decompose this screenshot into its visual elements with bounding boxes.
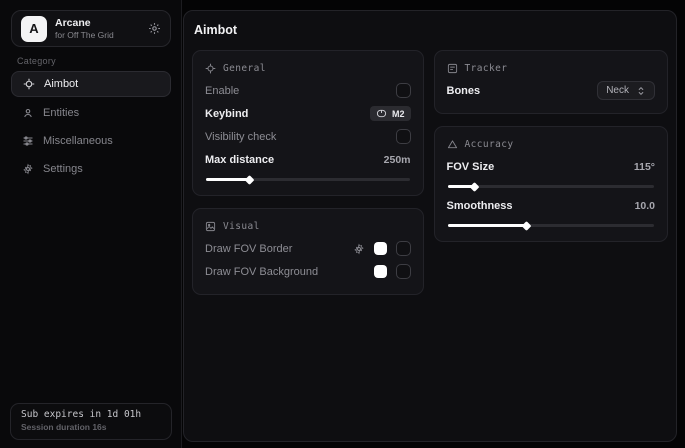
slider-thumb[interactable]: [244, 175, 254, 185]
app-header-card: A Arcane for Off The Grid: [11, 10, 171, 47]
entities-icon: [22, 107, 34, 119]
keybind-button[interactable]: M2: [370, 106, 411, 121]
bones-selected-value: Neck: [606, 85, 629, 96]
sliders-icon: [22, 135, 34, 147]
visibility-check-checkbox[interactable]: [396, 129, 411, 144]
fov-size-slider[interactable]: [448, 185, 654, 188]
unfold-icon: [636, 86, 646, 96]
enable-label: Enable: [205, 85, 239, 97]
sidebar-item-entities[interactable]: Entities: [11, 100, 171, 126]
gear-icon: [22, 163, 34, 175]
fov-size-label: FOV Size: [447, 161, 495, 173]
slider-thumb[interactable]: [522, 221, 532, 231]
sidebar-item-label: Entities: [43, 107, 79, 119]
keybind-value: M2: [392, 109, 405, 119]
triangle-icon: [447, 139, 458, 150]
sidebar-item-label: Settings: [43, 163, 83, 175]
crosshair-icon: [23, 78, 35, 90]
crosshair-icon: [205, 63, 216, 74]
bones-select[interactable]: Neck: [597, 81, 655, 100]
app-subtitle: for Off The Grid: [55, 30, 114, 41]
sidebar-item-settings[interactable]: Settings: [11, 156, 171, 182]
tracker-card: Tracker Bones Neck: [434, 50, 668, 114]
main-panel: Aimbot General Enable: [183, 10, 677, 442]
slider-thumb[interactable]: [470, 182, 480, 192]
bones-label: Bones: [447, 85, 481, 97]
fov-border-color-swatch[interactable]: [374, 242, 387, 255]
card-title: Visual: [223, 221, 260, 232]
subscription-info-card: Sub expires in 1d 01h Session duration 1…: [10, 403, 172, 440]
session-duration-text: Session duration 16s: [21, 422, 161, 432]
sidebar-item-aimbot[interactable]: Aimbot: [11, 71, 171, 97]
card-title: Tracker: [465, 63, 508, 74]
draw-fov-border-checkbox[interactable]: [396, 241, 411, 256]
sidebar-item-label: Miscellaneous: [43, 135, 113, 147]
list-icon: [447, 63, 458, 74]
page-title: Aimbot: [194, 23, 668, 37]
keybind-row: Keybind M2: [205, 102, 411, 125]
gear-icon[interactable]: [148, 22, 161, 35]
smoothness-row: Smoothness 10.0: [447, 194, 655, 217]
keybind-label: Keybind: [205, 108, 248, 120]
max-distance-row: Max distance 250m: [205, 148, 411, 171]
sub-expires-text: Sub expires in 1d 01h: [21, 409, 161, 420]
category-label: Category: [17, 56, 56, 66]
app-window: A Arcane for Off The Grid Category Aimbo…: [0, 0, 685, 448]
fov-size-row: FOV Size 115°: [447, 155, 655, 178]
enable-checkbox[interactable]: [396, 83, 411, 98]
enable-row: Enable: [205, 79, 411, 102]
bones-row: Bones Neck: [447, 79, 655, 102]
accuracy-card: Accuracy FOV Size 115° Smoothness 10.0: [434, 126, 668, 242]
fov-background-color-swatch[interactable]: [374, 265, 387, 278]
max-distance-value: 250m: [384, 154, 411, 166]
card-title: Accuracy: [465, 139, 514, 150]
draw-fov-background-label: Draw FOV Background: [205, 266, 318, 278]
sidebar-item-miscellaneous[interactable]: Miscellaneous: [11, 128, 171, 154]
smoothness-slider[interactable]: [448, 224, 654, 227]
gear-icon[interactable]: [353, 243, 365, 255]
draw-fov-border-label: Draw FOV Border: [205, 243, 292, 255]
general-card: General Enable Keybind: [192, 50, 424, 196]
image-icon: [205, 221, 216, 232]
draw-fov-background-row: Draw FOV Background: [205, 260, 411, 283]
smoothness-value: 10.0: [635, 200, 655, 212]
max-distance-slider[interactable]: [206, 178, 410, 181]
fov-size-value: 115°: [634, 161, 655, 173]
smoothness-label: Smoothness: [447, 200, 513, 212]
visibility-check-label: Visibility check: [205, 131, 276, 143]
app-logo: A: [21, 16, 47, 42]
mouse-icon: [376, 109, 387, 118]
card-title: General: [223, 63, 266, 74]
draw-fov-background-checkbox[interactable]: [396, 264, 411, 279]
sidebar-item-label: Aimbot: [44, 78, 78, 90]
visibility-check-row: Visibility check: [205, 125, 411, 148]
draw-fov-border-row: Draw FOV Border: [205, 237, 411, 260]
app-name: Arcane: [55, 17, 114, 30]
max-distance-label: Max distance: [205, 154, 274, 166]
visual-card: Visual Draw FOV Border: [192, 208, 424, 295]
sidebar: A Arcane for Off The Grid Category Aimbo…: [0, 0, 182, 448]
